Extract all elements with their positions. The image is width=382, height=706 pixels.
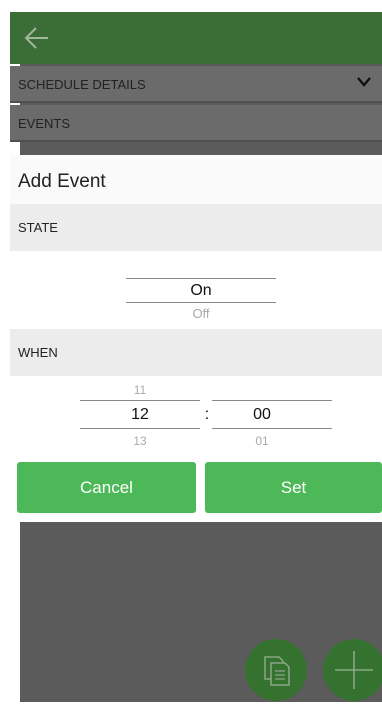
- picker-divider: [80, 428, 200, 429]
- copy-icon: [264, 656, 290, 686]
- time-picker[interactable]: 11 12 13 : 00 01: [10, 376, 382, 458]
- picker-divider: [126, 302, 276, 303]
- hour-next-value[interactable]: 13: [80, 434, 200, 448]
- minute-selected-value[interactable]: 00: [212, 406, 312, 424]
- events-label: EVENTS: [18, 116, 71, 131]
- minute-next-value[interactable]: 01: [212, 434, 312, 448]
- add-icon: [335, 651, 373, 689]
- time-separator: :: [204, 406, 210, 423]
- copy-fab-button[interactable]: [245, 639, 307, 701]
- state-picker[interactable]: On Off: [10, 251, 382, 329]
- state-next-value[interactable]: Off: [126, 306, 276, 321]
- state-selected-value[interactable]: On: [126, 282, 276, 300]
- set-button[interactable]: Set: [205, 462, 382, 513]
- top-bar: [10, 12, 382, 64]
- arrow-left-icon[interactable]: [22, 24, 52, 52]
- schedule-details-label: SCHEDULE DETAILS: [18, 77, 146, 92]
- hour-prev-value[interactable]: 11: [80, 383, 200, 397]
- picker-divider: [126, 278, 276, 279]
- dialog-title: Add Event: [10, 155, 382, 204]
- when-label: WHEN: [18, 345, 58, 360]
- picker-divider: [212, 400, 332, 401]
- picker-divider: [80, 400, 200, 401]
- picker-divider: [212, 428, 332, 429]
- schedule-details-section[interactable]: SCHEDULE DETAILS: [10, 66, 382, 103]
- events-section[interactable]: EVENTS: [10, 105, 382, 142]
- add-fab-button[interactable]: [323, 639, 382, 701]
- when-section-header: WHEN: [10, 329, 382, 376]
- state-section-header: STATE: [10, 204, 382, 251]
- hour-selected-value[interactable]: 12: [80, 406, 200, 424]
- add-event-dialog: Add Event STATE On Off WHEN 11 12 13 : 0…: [10, 155, 382, 522]
- state-label: STATE: [18, 220, 58, 235]
- chevron-down-icon[interactable]: [356, 76, 372, 88]
- cancel-button[interactable]: Cancel: [17, 462, 196, 513]
